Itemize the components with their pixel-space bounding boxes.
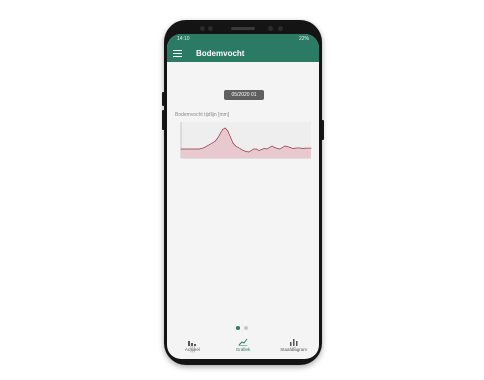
soil-moisture-chart [180, 122, 312, 159]
phone-frame: 14:10 22% Bodemvocht 05/2020 01 Bodemvoc… [164, 20, 322, 365]
data-point-41 [287, 146, 288, 147]
data-point-10 [206, 145, 208, 147]
sensor [208, 26, 213, 31]
data-point-37 [276, 148, 278, 149]
data-point-34 [269, 147, 270, 148]
data-point-8 [201, 148, 203, 149]
app-title: Bodemvocht [196, 48, 245, 58]
status-battery: 22% [298, 36, 309, 42]
front-camera [200, 26, 205, 31]
data-point-2 [185, 148, 187, 150]
recents-icon[interactable]: ||| [190, 346, 195, 353]
data-point-31 [261, 149, 262, 150]
data-point-0 [180, 148, 182, 150]
data-point-4 [191, 148, 192, 150]
status-bar: 14:10 22% [167, 34, 319, 44]
data-point-1 [183, 148, 184, 150]
data-point-45 [297, 147, 299, 149]
data-point-28 [253, 148, 255, 150]
data-point-7 [198, 148, 200, 150]
data-point-20 [232, 142, 234, 144]
data-point-46 [300, 147, 301, 149]
data-point-50 [310, 147, 312, 149]
data-point-9 [204, 147, 205, 148]
data-point-44 [295, 147, 296, 149]
data-point-25 [245, 151, 247, 152]
data-point-49 [308, 147, 309, 149]
data-point-22 [237, 147, 239, 148]
page-dot-1[interactable] [236, 326, 240, 330]
data-point-36 [274, 147, 275, 148]
data-point-15 [219, 133, 221, 135]
data-point-21 [235, 145, 236, 147]
menu-icon[interactable] [173, 49, 182, 57]
back-icon[interactable]: < [292, 346, 296, 353]
data-point-3 [188, 148, 190, 150]
data-point-17 [224, 127, 226, 129]
data-point-47 [302, 148, 304, 149]
system-navigation-bar: ||| ○ < [167, 342, 319, 356]
data-point-12 [211, 142, 213, 144]
status-time: 14:10 [177, 36, 190, 42]
data-point-42 [289, 147, 291, 148]
data-point-29 [256, 148, 257, 150]
data-point-19 [230, 136, 231, 138]
date-selector[interactable]: 05/2020 01 [224, 90, 264, 100]
data-point-26 [248, 151, 249, 153]
app-bar: Bodemvocht [167, 44, 319, 62]
data-point-30 [258, 150, 260, 151]
data-point-35 [271, 145, 273, 147]
chart-title: Bodemvocht tijdlijn [mm] [175, 112, 230, 118]
data-point-38 [279, 148, 281, 150]
data-point-18 [227, 130, 229, 132]
data-point-40 [284, 145, 286, 147]
data-point-23 [240, 148, 242, 150]
data-point-43 [292, 148, 294, 149]
data-point-16 [222, 129, 223, 130]
data-point-11 [209, 144, 210, 145]
data-point-13 [214, 141, 216, 142]
data-point-32 [263, 148, 265, 149]
data-point-5 [193, 148, 195, 150]
data-point-6 [196, 148, 197, 150]
data-point-24 [243, 150, 244, 151]
data-point-27 [250, 150, 252, 151]
data-point-48 [305, 147, 307, 149]
data-point-33 [266, 148, 268, 150]
home-icon[interactable]: ○ [242, 346, 246, 353]
earpiece-speaker [231, 27, 255, 30]
iris-scanner [268, 26, 273, 31]
screen: 14:10 22% Bodemvocht 05/2020 01 Bodemvoc… [167, 34, 319, 359]
page-dot-2[interactable] [244, 326, 248, 330]
page-indicator [236, 326, 248, 330]
data-point-39 [282, 147, 283, 148]
proximity-sensor [278, 26, 283, 31]
data-point-14 [217, 138, 218, 139]
